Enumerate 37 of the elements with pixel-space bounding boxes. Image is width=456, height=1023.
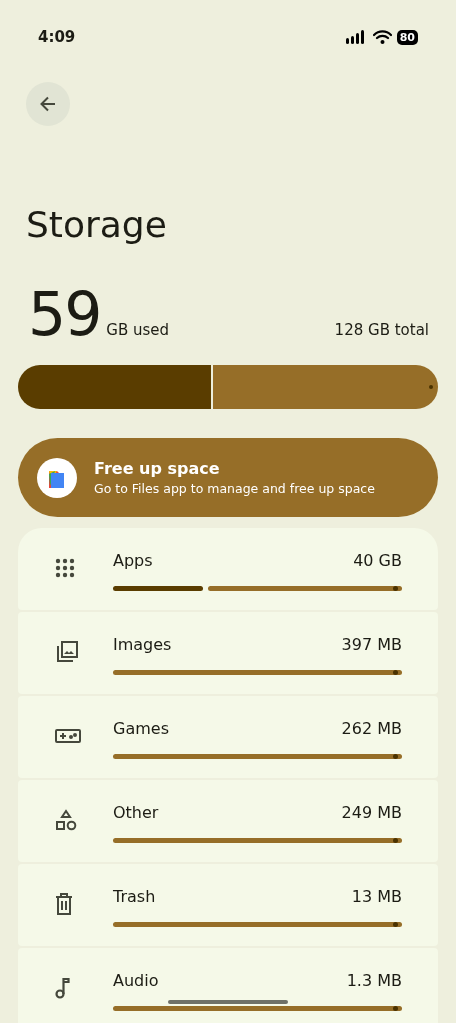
category-name: Apps: [113, 551, 153, 571]
category-name: Audio: [113, 971, 159, 991]
photo-library-icon: [55, 640, 79, 664]
category-row[interactable]: Apps 40 GB: [18, 528, 438, 610]
files-app-icon: [37, 457, 77, 498]
category-name: Images: [113, 635, 172, 655]
category-size: 13 MB: [351, 887, 402, 907]
category-row[interactable]: Games 262 MB: [18, 696, 438, 778]
trash-icon: [55, 893, 73, 915]
wifi-icon: [372, 30, 392, 44]
category-name: Trash: [113, 887, 156, 907]
free-up-space-card[interactable]: Free up space Go to Files app to manage and free up space: [18, 438, 438, 517]
back-button[interactable]: [26, 82, 70, 126]
back-arrow-icon: [39, 95, 57, 113]
category-size: 40 GB: [353, 551, 402, 571]
category-row[interactable]: Trash 13 MB: [18, 864, 438, 946]
status-time: 4:09: [38, 28, 76, 46]
category-size: 1.3 MB: [346, 971, 402, 991]
used-amount: 59: [28, 283, 101, 345]
category-row[interactable]: Images 397 MB: [18, 612, 438, 694]
used-unit: GB used: [106, 321, 170, 339]
grid-icon: [55, 558, 75, 578]
category-row[interactable]: Audio 1.3 MB: [18, 948, 438, 1023]
shapes-icon: [55, 809, 77, 831]
category-name: Games: [113, 719, 169, 739]
category-row[interactable]: Other 249 MB: [18, 780, 438, 862]
gamepad-icon: [55, 728, 81, 744]
category-name: Other: [113, 803, 159, 823]
music-note-icon: [55, 977, 71, 999]
category-size: 397 MB: [341, 635, 402, 655]
battery-level: 80: [396, 29, 418, 45]
card-subtitle: Go to Files app to manage and free up space: [94, 481, 375, 496]
category-size: 249 MB: [341, 803, 402, 823]
page-title: Storage: [26, 203, 168, 247]
total-capacity: 128 GB total: [334, 321, 429, 339]
card-title: Free up space: [94, 459, 221, 478]
category-size: 262 MB: [341, 719, 402, 739]
